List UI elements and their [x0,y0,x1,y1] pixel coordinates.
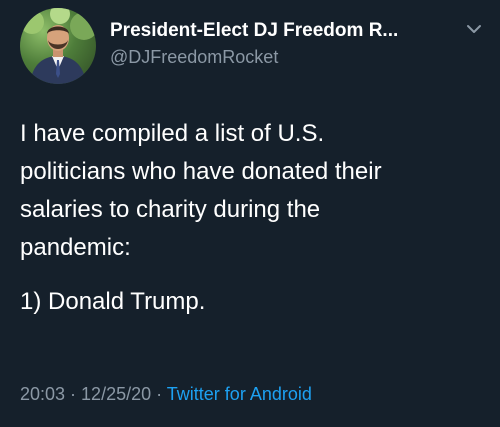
tweet-card: President-Elect DJ Freedom R... @DJFreed… [0,0,500,427]
tweet-time[interactable]: 20:03 [20,384,65,404]
tweet-line: pandemic: [20,234,131,261]
tweet-line: I have compiled a list of U.S. [20,120,325,147]
tweet-list-item: 1) Donald Trump. [20,288,206,315]
tweet-source-link[interactable]: Twitter for Android [167,384,312,404]
tweet-text: I have compiled a list of U.S. politicia… [20,115,490,321]
author-handle[interactable]: @DJFreedomRocket [110,47,278,68]
meta-separator: · [151,384,167,404]
tweet-meta: 20:03 · 12/25/20 · Twitter for Android [20,384,312,405]
tweet-line: salaries to charity during the [20,196,321,223]
tweet-line: politicians who have donated their [20,158,382,185]
meta-separator: · [65,384,82,404]
tweet-date[interactable]: 12/25/20 [81,384,151,404]
chevron-down-icon[interactable] [465,22,483,36]
author-display-name[interactable]: President-Elect DJ Freedom R... [110,20,452,42]
avatar[interactable] [20,8,96,84]
